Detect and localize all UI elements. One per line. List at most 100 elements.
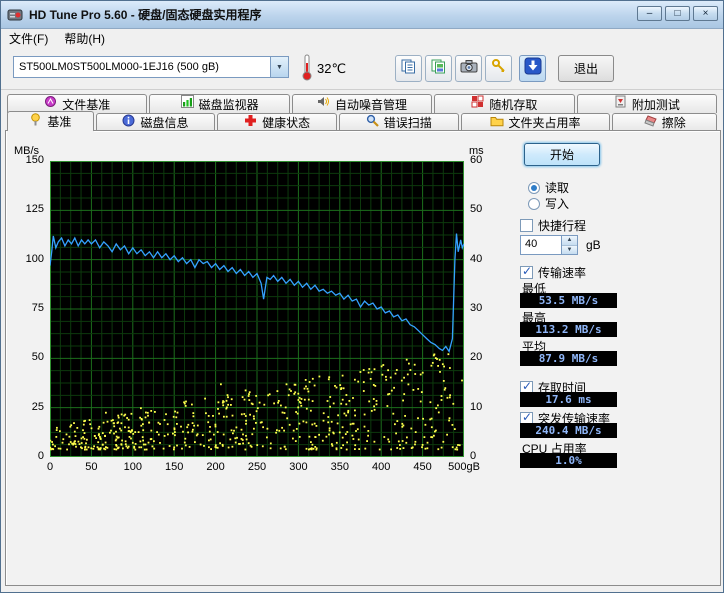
exit-button[interactable]: 退出: [558, 55, 614, 82]
window-controls: – □ ×: [637, 6, 718, 21]
info-icon: [122, 114, 135, 132]
x-axis-tick: 0: [47, 461, 53, 473]
tab-label: 文件夹占用率: [509, 114, 581, 131]
write-option[interactable]: 写入: [528, 195, 569, 212]
transfer-rate-checkbox[interactable]: [520, 266, 533, 279]
tab-label: 擦除: [662, 114, 686, 131]
app-icon: [7, 7, 23, 23]
access-time-value: 17.6 ms: [520, 392, 617, 407]
tab-label: 基准: [47, 113, 71, 130]
tab-label: 附加测试: [632, 96, 680, 113]
start-button[interactable]: 开始: [524, 143, 600, 166]
read-option[interactable]: 读取: [528, 179, 569, 196]
short-stroke-checkbox[interactable]: [520, 219, 533, 232]
chevron-down-icon[interactable]: ▼: [270, 57, 288, 77]
tab-benchmark[interactable]: 基准: [7, 111, 94, 131]
burst-rate-value: 240.4 MB/s: [520, 423, 617, 438]
minimize-button[interactable]: –: [637, 6, 662, 21]
y-axis-tick: 50: [470, 203, 482, 215]
screenshot-button[interactable]: [455, 55, 482, 82]
y-axis-tick: 150: [26, 154, 44, 166]
min-value: 53.5 MB/s: [520, 293, 617, 308]
tab-row-secondary: 文件基准 磁盘监视器 自动噪音管理 随机存取 附加测试: [7, 94, 717, 113]
read-label: 读取: [545, 179, 569, 196]
tab-folder-usage[interactable]: 文件夹占用率: [461, 113, 610, 131]
left-axis-ticks: 1501251007550250: [8, 131, 46, 585]
y-axis-tick: 20: [470, 351, 482, 363]
write-radio[interactable]: [528, 198, 540, 210]
capacity-value: 40: [521, 236, 561, 254]
y-axis-tick: 50: [32, 351, 44, 363]
x-axis-ticks: 050100150200250300350400450500gB: [6, 461, 512, 475]
health-cross-icon: [244, 114, 257, 132]
eraser-icon: [643, 114, 657, 132]
short-stroke-option[interactable]: 快捷行程: [520, 217, 586, 234]
x-axis-tick: 200: [206, 461, 224, 473]
spin-down-button[interactable]: ▼: [562, 245, 577, 255]
write-label: 写入: [545, 195, 569, 212]
window-title: HD Tune Pro 5.60 - 硬盘/固态硬盘实用程序: [29, 6, 261, 23]
tab-label: 文件基准: [62, 96, 110, 113]
options-button[interactable]: [485, 55, 512, 82]
temperature-value: 32℃: [317, 61, 346, 77]
save-arrow-icon: [524, 57, 542, 80]
capacity-input[interactable]: 40 ▲ ▼: [520, 235, 578, 255]
close-button[interactable]: ×: [693, 6, 718, 21]
tab-label: 错误扫描: [384, 114, 432, 131]
tab-label: 磁盘信息: [140, 114, 188, 131]
benchmark-chart: MB/s ms 1501251007550250 6050403020100 0…: [6, 131, 512, 585]
copy-text-icon: [400, 58, 417, 80]
x-axis-tick: 350: [331, 461, 349, 473]
menu-file[interactable]: 文件(F): [1, 28, 56, 49]
tab-health[interactable]: 健康状态: [217, 113, 337, 131]
menu-help[interactable]: 帮助(H): [56, 28, 113, 49]
disk-monitor-icon: [181, 95, 194, 113]
camera-icon: [460, 58, 478, 79]
y-axis-tick: 25: [32, 401, 44, 413]
tab-label: 磁盘监视器: [199, 96, 259, 113]
benchmark-page: MB/s ms 1501251007550250 6050403020100 0…: [5, 130, 721, 586]
tab-disk-monitor[interactable]: 磁盘监视器: [149, 94, 289, 113]
y-axis-tick: 60: [470, 154, 482, 166]
keys-icon: [491, 58, 507, 79]
tab-label: 自动噪音管理: [335, 96, 407, 113]
lamp-icon: [29, 113, 42, 131]
max-value: 113.2 MB/s: [520, 322, 617, 337]
y-axis-tick: 100: [26, 253, 44, 265]
maximize-button[interactable]: □: [665, 6, 690, 21]
tab-extra-tests[interactable]: 附加测试: [577, 94, 717, 113]
spin-up-button[interactable]: ▲: [562, 236, 577, 245]
capacity-unit: gB: [586, 238, 601, 252]
x-axis-tick: 500gB: [448, 461, 480, 473]
x-axis-tick: 100: [124, 461, 142, 473]
tab-random-access[interactable]: 随机存取: [434, 94, 574, 113]
avg-value: 87.9 MB/s: [520, 351, 617, 366]
tab-error-scan[interactable]: 错误扫描: [339, 113, 459, 131]
x-axis-tick: 300: [289, 461, 307, 473]
read-radio[interactable]: [528, 182, 540, 194]
capacity-spinner: ▲ ▼: [561, 236, 577, 254]
tab-erase[interactable]: 擦除: [612, 113, 718, 131]
cpu-value: 1.0%: [520, 453, 617, 468]
transfer-rate-label: 传输速率: [538, 264, 586, 281]
copy-image-button[interactable]: [425, 55, 452, 82]
thermometer-icon: [301, 54, 313, 86]
drive-selector[interactable]: ST500LM0ST500LM000-1EJ16 (500 gB) ▼: [13, 56, 289, 78]
short-stroke-label: 快捷行程: [538, 217, 586, 234]
copy-image-icon: [430, 58, 447, 80]
folder-icon: [490, 114, 504, 132]
benchmark-plot: [50, 161, 464, 457]
copy-text-button[interactable]: [395, 55, 422, 82]
transfer-rate-option[interactable]: 传输速率: [520, 264, 586, 281]
magnifier-icon: [366, 114, 379, 132]
random-access-icon: [471, 95, 484, 113]
titlebar[interactable]: HD Tune Pro 5.60 - 硬盘/固态硬盘实用程序 – □ ×: [1, 1, 723, 29]
save-screenshot-button[interactable]: [519, 55, 546, 82]
right-axis-ticks: 6050403020100: [467, 131, 507, 585]
tab-disk-info[interactable]: 磁盘信息: [96, 113, 216, 131]
x-axis-tick: 450: [413, 461, 431, 473]
tab-row-primary: 基准 磁盘信息 健康状态 错误扫描 文件夹占用率 擦除: [7, 113, 717, 131]
tab-label: 随机存取: [489, 96, 537, 113]
x-axis-tick: 150: [165, 461, 183, 473]
tab-aam[interactable]: 自动噪音管理: [292, 94, 432, 113]
